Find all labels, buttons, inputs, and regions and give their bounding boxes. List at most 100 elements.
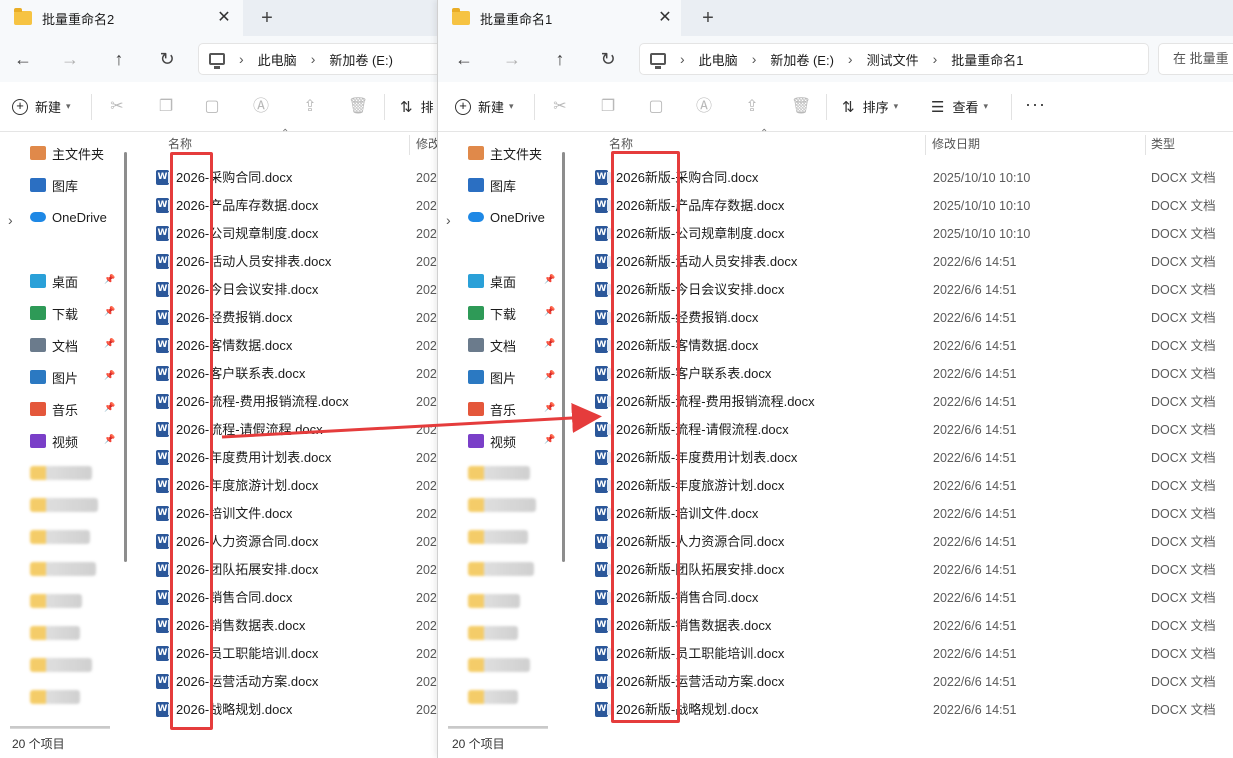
column-divider[interactable] bbox=[409, 135, 410, 155]
file-row[interactable]: W 2026-经费报销.docx 202 bbox=[133, 304, 437, 332]
file-row[interactable]: W 2026新版-流程-请假流程.docx 2022/6/6 14:51 DOCX 文… bbox=[571, 416, 1233, 444]
copy-icon[interactable]: ❐ bbox=[599, 98, 617, 116]
sidebar-item[interactable]: 图片 bbox=[468, 366, 516, 388]
file-row[interactable]: W 2026新版-年度费用计划表.docx 2022/6/6 14:51 DOCX 文… bbox=[571, 444, 1233, 472]
up-arrow-icon[interactable]: ↑ bbox=[107, 47, 131, 71]
column-header-modified[interactable]: 修改日期 bbox=[932, 132, 980, 156]
file-row[interactable]: W 2026新版-客情数据.docx 2022/6/6 14:51 DOCX 文档 bbox=[571, 332, 1233, 360]
address-bar[interactable]: › 此电脑 › 新加卷 (E:) bbox=[198, 43, 437, 75]
file-row[interactable]: W 2026-客户联系表.docx 202 bbox=[133, 360, 437, 388]
pin-icon[interactable]: 📌 bbox=[544, 434, 555, 445]
pin-icon[interactable]: 📌 bbox=[104, 274, 115, 285]
cut-icon[interactable]: ✂ bbox=[551, 98, 569, 116]
paste-icon[interactable]: ▢ bbox=[203, 98, 221, 116]
file-row[interactable]: W 2026新版-年度旅游计划.docx 2022/6/6 14:51 DOCX 文档 bbox=[571, 472, 1233, 500]
sidebar-item[interactable]: 主文件夹 bbox=[30, 142, 104, 164]
sidebar-item[interactable]: 视频 bbox=[468, 430, 516, 452]
rename-icon[interactable]: Ⓐ bbox=[695, 98, 713, 116]
file-row[interactable]: W 2026-销售数据表.docx 202 bbox=[133, 612, 437, 640]
vertical-scrollbar[interactable] bbox=[124, 152, 127, 562]
column-header-type[interactable]: 类型 bbox=[1151, 132, 1175, 156]
pin-icon[interactable]: 📌 bbox=[104, 434, 115, 445]
sidebar-item[interactable]: 桌面 bbox=[30, 270, 78, 292]
back-arrow-icon[interactable]: ← bbox=[452, 47, 476, 71]
breadcrumb-item[interactable]: 测试文件 bbox=[867, 50, 919, 69]
sidebar-item[interactable]: 下载 bbox=[468, 302, 516, 324]
address-bar[interactable]: › 此电脑 › 新加卷 (E:) › 测试文件 › 批量重命名1 bbox=[639, 43, 1149, 75]
sidebar-item[interactable]: OneDrive bbox=[30, 206, 107, 228]
file-row[interactable]: W 2026新版-流程-费用报销流程.docx 2022/6/6 14:51 DOCX… bbox=[571, 388, 1233, 416]
breadcrumb-item[interactable]: 新加卷 (E:) bbox=[329, 50, 393, 69]
file-row[interactable]: W 2026新版-战略规划.docx 2022/6/6 14:51 DOCX 文档 bbox=[571, 696, 1233, 724]
file-row[interactable]: W 2026-运营活动方案.docx 202 bbox=[133, 668, 437, 696]
rename-icon[interactable]: Ⓐ bbox=[252, 98, 270, 116]
file-row[interactable]: W 2026-团队拓展安排.docx 202 bbox=[133, 556, 437, 584]
sidebar-item[interactable]: 桌面 bbox=[468, 270, 516, 292]
file-row[interactable]: W 2026-公司规章制度.docx 202 bbox=[133, 220, 437, 248]
delete-icon[interactable]: 🗑 bbox=[791, 98, 811, 116]
file-row[interactable]: W 2026-培训文件.docx 202 bbox=[133, 500, 437, 528]
file-row[interactable]: W 2026-战略规划.docx 202 bbox=[133, 696, 437, 724]
column-divider[interactable] bbox=[1145, 135, 1146, 155]
file-row[interactable]: W 2026-活动人员安排表.docx 202 bbox=[133, 248, 437, 276]
file-row[interactable]: W 2026新版-团队拓展安排.docx 2022/6/6 14:51 DOCX 文档 bbox=[571, 556, 1233, 584]
up-arrow-icon[interactable]: ↑ bbox=[548, 47, 572, 71]
file-row[interactable]: W 2026新版-采购合同.docx 2025/10/10 10:10 DOCX 文档 bbox=[571, 164, 1233, 192]
file-row[interactable]: W 2026-流程-费用报销流程.docx 202 bbox=[133, 388, 437, 416]
file-row[interactable]: W 2026新版-培训文件.docx 2022/6/6 14:51 DOCX 文档 bbox=[571, 500, 1233, 528]
new-tab-button[interactable]: + bbox=[256, 7, 278, 29]
file-row[interactable]: W 2026-销售合同.docx 202 bbox=[133, 584, 437, 612]
file-row[interactable]: W 2026新版-经费报销.docx 2022/6/6 14:51 DOCX 文档 bbox=[571, 304, 1233, 332]
sidebar-item[interactable]: 视频 bbox=[30, 430, 78, 452]
file-row[interactable]: W 2026-今日会议安排.docx 202 bbox=[133, 276, 437, 304]
file-row[interactable]: W 2026-流程-请假流程.docx 202 bbox=[133, 416, 437, 444]
file-row[interactable]: W 2026新版-活动人员安排表.docx 2022/6/6 14:51 DOCX 文… bbox=[571, 248, 1233, 276]
pin-icon[interactable]: 📌 bbox=[104, 306, 115, 317]
column-header-name[interactable]: 名称 bbox=[168, 132, 192, 156]
file-row[interactable]: W 2026-人力资源合同.docx 202 bbox=[133, 528, 437, 556]
file-row[interactable]: W 2026新版-运营活动方案.docx 2022/6/6 14:51 DOCX 文档 bbox=[571, 668, 1233, 696]
column-header-name[interactable]: 名称 bbox=[609, 132, 633, 156]
copy-icon[interactable]: ❐ bbox=[157, 98, 175, 116]
new-button[interactable]: + 新建 ▾ bbox=[455, 97, 514, 116]
pin-icon[interactable]: 📌 bbox=[104, 338, 115, 349]
forward-arrow-icon[interactable]: → bbox=[58, 47, 82, 71]
breadcrumb-item[interactable]: 此电脑 bbox=[258, 50, 297, 69]
file-row[interactable]: W 2026-客情数据.docx 202 bbox=[133, 332, 437, 360]
sidebar-item[interactable]: 文档 bbox=[468, 334, 516, 356]
breadcrumb-item[interactable]: 新加卷 (E:) bbox=[770, 50, 834, 69]
search-input[interactable]: 在 批量重 bbox=[1158, 43, 1233, 75]
file-row[interactable]: W 2026-采购合同.docx 202 bbox=[133, 164, 437, 192]
column-header-modified[interactable]: 修改 bbox=[416, 132, 437, 156]
file-row[interactable]: W 2026-产品库存数据.docx 202 bbox=[133, 192, 437, 220]
cut-icon[interactable]: ✂ bbox=[108, 98, 126, 116]
share-icon[interactable]: ⇪ bbox=[743, 98, 761, 116]
file-row[interactable]: W 2026-年度费用计划表.docx 202 bbox=[133, 444, 437, 472]
share-icon[interactable]: ⇪ bbox=[301, 98, 319, 116]
breadcrumb-item[interactable]: 此电脑 bbox=[699, 50, 738, 69]
breadcrumb-item[interactable]: 批量重命名1 bbox=[951, 50, 1023, 69]
sort-button[interactable]: ⇅ 排 bbox=[400, 97, 434, 116]
file-row[interactable]: W 2026新版-产品库存数据.docx 2025/10/10 10:10 DOCX … bbox=[571, 192, 1233, 220]
sidebar-item[interactable]: 主文件夹 bbox=[468, 142, 542, 164]
file-row[interactable]: W 2026新版-客户联系表.docx 2022/6/6 14:51 DOCX 文档 bbox=[571, 360, 1233, 388]
pin-icon[interactable]: 📌 bbox=[104, 370, 115, 381]
pin-icon[interactable]: 📌 bbox=[544, 402, 555, 413]
file-row[interactable]: W 2026新版-人力资源合同.docx 2022/6/6 14:51 DOCX 文档 bbox=[571, 528, 1233, 556]
view-button[interactable]: ☰ 查看 ▾ bbox=[931, 97, 988, 116]
sort-button[interactable]: ⇅ 排序 ▾ bbox=[842, 97, 898, 116]
horizontal-scrollbar[interactable] bbox=[448, 726, 548, 728]
back-arrow-icon[interactable]: ← bbox=[11, 47, 35, 71]
paste-icon[interactable]: ▢ bbox=[647, 98, 665, 116]
vertical-scrollbar[interactable] bbox=[562, 152, 565, 562]
file-row[interactable]: W 2026新版-员工职能培训.docx 2022/6/6 14:51 DOCX 文档 bbox=[571, 640, 1233, 668]
delete-icon[interactable]: 🗑 bbox=[348, 98, 368, 116]
forward-arrow-icon[interactable]: → bbox=[500, 47, 524, 71]
sidebar-item[interactable]: 图库 bbox=[468, 174, 516, 196]
close-tab-icon[interactable]: ✕ bbox=[214, 8, 234, 28]
tab-active[interactable]: 批量重命名1 ✕ bbox=[438, 0, 681, 36]
pin-icon[interactable]: 📌 bbox=[104, 402, 115, 413]
refresh-icon[interactable]: ↻ bbox=[155, 47, 179, 71]
chevron-right-icon[interactable]: › bbox=[446, 212, 451, 228]
new-tab-button[interactable]: + bbox=[697, 7, 719, 29]
